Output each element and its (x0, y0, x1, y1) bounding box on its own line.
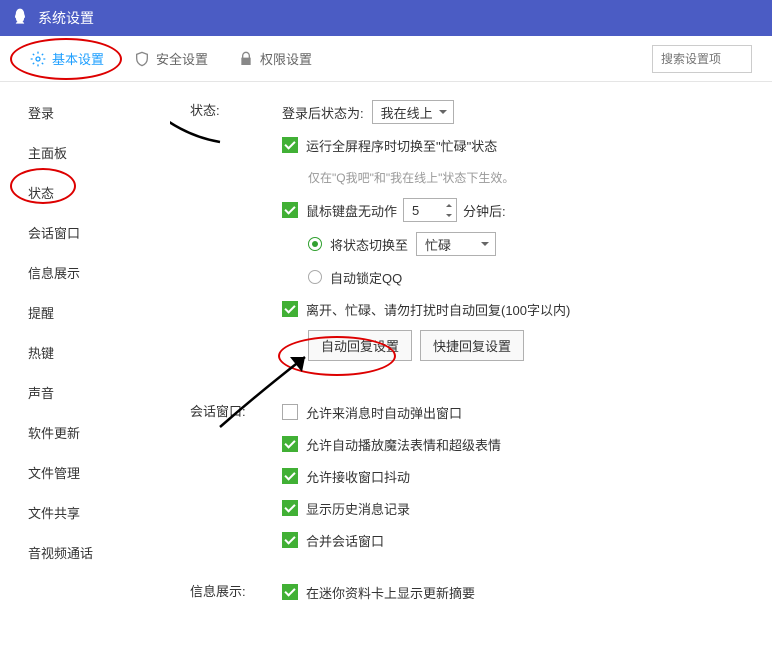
radio-idle-lock[interactable] (308, 270, 322, 284)
section-chat-label: 会话窗口: (190, 401, 282, 561)
sidebar-item-chat[interactable]: 会话窗口 (28, 212, 170, 252)
section-info: 信息展示: 在迷你资料卡上显示更新摘要 (190, 581, 752, 613)
idle-prefix: 鼠标键盘无动作 (306, 201, 397, 220)
sidebar-item-mainpanel[interactable]: 主面板 (28, 132, 170, 172)
idle-minutes-input[interactable]: 5 (403, 198, 457, 222)
sidebar-item-fileshare[interactable]: 文件共享 (28, 492, 170, 532)
tab-security[interactable]: 安全设置 (134, 49, 208, 68)
gear-icon (30, 51, 46, 67)
content-area: 状态: 登录后状态为: 我在线上 运行全屏程序时切换至"忙碌"状态 仅在"Q我吧… (170, 82, 772, 658)
sidebar: 登录 主面板 状态 会话窗口 信息展示 提醒 热键 声音 软件更新 文件管理 文… (0, 82, 170, 658)
checkbox-shake[interactable] (282, 468, 298, 484)
tabs-bar: 基本设置 安全设置 权限设置 (0, 36, 772, 82)
sidebar-item-info[interactable]: 信息展示 (28, 252, 170, 292)
window-title: 系统设置 (38, 8, 94, 28)
tab-permission[interactable]: 权限设置 (238, 49, 312, 68)
checkbox-merge[interactable] (282, 532, 298, 548)
sidebar-item-sound[interactable]: 声音 (28, 372, 170, 412)
idle-switch-select[interactable]: 忙碌 (416, 232, 496, 256)
titlebar: 系统设置 (0, 0, 772, 36)
magic-label: 允许自动播放魔法表情和超级表情 (306, 435, 501, 454)
sidebar-item-av[interactable]: 音视频通话 (28, 532, 170, 572)
fullscreen-busy-label: 运行全屏程序时切换至"忙碌"状态 (306, 136, 497, 155)
shake-label: 允许接收窗口抖动 (306, 467, 410, 486)
section-status-label: 状态: (190, 100, 282, 371)
search-input[interactable] (652, 45, 752, 73)
login-status-select[interactable]: 我在线上 (372, 100, 454, 124)
checkbox-fullscreen-busy[interactable] (282, 137, 298, 153)
merge-label: 合并会话窗口 (306, 531, 384, 550)
idle-lock-label: 自动锁定QQ (330, 268, 402, 287)
tab-permission-label: 权限设置 (260, 49, 312, 68)
tab-security-label: 安全设置 (156, 49, 208, 68)
radio-idle-switch[interactable] (308, 237, 322, 251)
idle-spin-up[interactable] (442, 199, 456, 210)
penguin-icon (10, 7, 30, 30)
sidebar-item-login[interactable]: 登录 (28, 92, 170, 132)
login-status-label: 登录后状态为: (282, 103, 364, 122)
shield-icon (134, 51, 150, 67)
sidebar-item-notify[interactable]: 提醒 (28, 292, 170, 332)
idle-suffix: 分钟后: (463, 201, 506, 220)
checkbox-magic[interactable] (282, 436, 298, 452)
section-chat: 会话窗口: 允许来消息时自动弹出窗口 允许自动播放魔法表情和超级表情 允许接收窗… (190, 401, 752, 561)
section-status: 状态: 登录后状态为: 我在线上 运行全屏程序时切换至"忙碌"状态 仅在"Q我吧… (190, 100, 752, 371)
sidebar-item-status[interactable]: 状态 (28, 172, 170, 212)
sidebar-item-update[interactable]: 软件更新 (28, 412, 170, 452)
checkbox-auto-reply[interactable] (282, 301, 298, 317)
tab-basic[interactable]: 基本设置 (30, 49, 104, 68)
sidebar-item-hotkey[interactable]: 热键 (28, 332, 170, 372)
checkbox-history[interactable] (282, 500, 298, 516)
section-info-label: 信息展示: (190, 581, 282, 613)
history-label: 显示历史消息记录 (306, 499, 410, 518)
sidebar-item-filemgr[interactable]: 文件管理 (28, 452, 170, 492)
lock-icon (238, 51, 254, 67)
auto-reply-label: 离开、忙碌、请勿打扰时自动回复(100字以内) (306, 300, 570, 319)
card-digest-label: 在迷你资料卡上显示更新摘要 (306, 583, 475, 602)
checkbox-card-digest[interactable] (282, 584, 298, 600)
idle-spin-down[interactable] (442, 210, 456, 221)
quick-reply-settings-button[interactable]: 快捷回复设置 (420, 330, 524, 361)
popup-label: 允许来消息时自动弹出窗口 (306, 403, 462, 422)
auto-reply-settings-button[interactable]: 自动回复设置 (308, 330, 412, 361)
tab-basic-label: 基本设置 (52, 49, 104, 68)
fullscreen-hint: 仅在"Q我吧"和"我在线上"状态下生效。 (308, 169, 514, 186)
checkbox-popup[interactable] (282, 404, 298, 420)
checkbox-idle[interactable] (282, 202, 298, 218)
idle-switch-label: 将状态切换至 (330, 235, 408, 254)
